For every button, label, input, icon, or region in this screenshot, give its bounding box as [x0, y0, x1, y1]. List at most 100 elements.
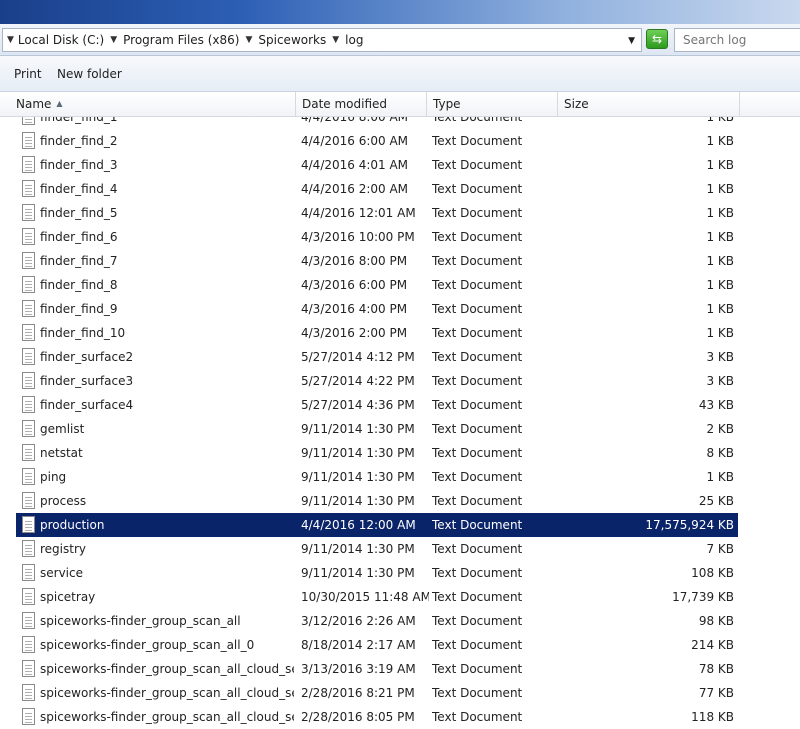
file-row[interactable]: production 4/4/2016 12:00 AM Text Document… — [16, 513, 738, 537]
chevron-down-icon[interactable]: ▼ — [332, 35, 339, 45]
file-size: 43 KB — [698, 398, 734, 412]
file-name: finder_find_10 — [40, 326, 126, 340]
file-type: Text Document — [432, 182, 523, 196]
file-row[interactable]: netstat 9/11/2014 1:30 PM Text Document 8 K… — [16, 441, 738, 465]
file-row[interactable]: ping 9/11/2014 1:30 PM Text Document 1 KB — [16, 465, 738, 489]
text-file-icon — [22, 564, 35, 581]
address-bar: ▼ Local Disk (C:) ▼ Program Files (x86) … — [0, 24, 800, 56]
file-row[interactable]: finder_surface4 5/27/2014 4:36 PM Text Doc… — [16, 393, 738, 417]
file-row[interactable]: finder_find_2 4/4/2016 6:00 AM Text Docume… — [16, 129, 738, 153]
breadcrumb[interactable]: ▼ Local Disk (C:) ▼ Program Files (x86) … — [2, 28, 642, 52]
sort-ascending-icon: ▲ — [56, 99, 63, 108]
column-name-label: Name — [16, 97, 52, 111]
new-folder-button[interactable]: New folder — [57, 67, 122, 81]
file-type: Text Document — [432, 518, 523, 532]
file-row[interactable]: finder_find_6 4/3/2016 10:00 PM Text Docum… — [16, 225, 738, 249]
file-type: Text Document — [432, 302, 523, 316]
text-file-icon — [22, 132, 35, 149]
file-row[interactable]: registry 9/11/2014 1:30 PM Text Document 7 … — [16, 537, 738, 561]
text-file-icon — [22, 396, 35, 413]
file-row[interactable]: finder_find_7 4/3/2016 8:00 PM Text Docume… — [16, 249, 738, 273]
file-type: Text Document — [432, 134, 523, 148]
file-date-modified: 4/4/2016 12:01 AM — [301, 206, 416, 220]
text-file-icon — [22, 372, 35, 389]
file-row[interactable]: finder_find_3 4/4/2016 4:01 AM Text Docume… — [16, 153, 738, 177]
text-file-icon — [22, 348, 35, 365]
file-row[interactable]: finder_find_10 4/3/2016 2:00 PM Text Docum… — [16, 321, 738, 345]
text-file-icon — [22, 492, 35, 509]
file-type: Text Document — [432, 254, 523, 268]
file-name: gemlist — [40, 422, 85, 436]
file-type: Text Document — [432, 117, 523, 124]
file-row[interactable]: finder_find_9 4/3/2016 4:00 PM Text Docume… — [16, 297, 738, 321]
file-row[interactable]: process 9/11/2014 1:30 PM Text Document 25 … — [16, 489, 738, 513]
address-dropdown-icon[interactable]: ▼ — [628, 36, 635, 46]
file-name: finder_find_7 — [40, 254, 118, 268]
chevron-down-icon[interactable]: ▼ — [245, 35, 252, 45]
refresh-icon[interactable]: ⇆ — [646, 29, 668, 49]
file-row[interactable]: spiceworks-finder_group_scan_all_cloud_s… — [16, 705, 738, 729]
search-input[interactable] — [674, 28, 800, 52]
file-date-modified: 4/4/2016 8:00 AM — [301, 117, 409, 124]
file-type: Text Document — [432, 494, 523, 508]
file-name: finder_find_5 — [40, 206, 118, 220]
file-name: spiceworks-finder_group_scan_all_cloud_s… — [40, 710, 294, 724]
text-file-icon — [22, 276, 35, 293]
file-size: 1 KB — [706, 302, 734, 316]
text-file-icon — [22, 636, 35, 653]
file-name: finder_find_9 — [40, 302, 118, 316]
breadcrumb-log[interactable]: log — [345, 33, 363, 47]
file-size: 1 KB — [706, 254, 734, 268]
file-date-modified: 4/3/2016 8:00 PM — [301, 254, 408, 268]
file-type: Text Document — [432, 638, 523, 652]
chevron-down-icon[interactable]: ▼ — [110, 35, 117, 45]
breadcrumb-program-files[interactable]: Program Files (x86) — [123, 33, 239, 47]
file-row[interactable]: spicetray 10/30/2015 11:48 AM Text Documen… — [16, 585, 738, 609]
file-row[interactable]: finder_find_5 4/4/2016 12:01 AM Text Docum… — [16, 201, 738, 225]
file-name: finder_find_4 — [40, 182, 118, 196]
text-file-icon — [22, 252, 35, 269]
file-row[interactable]: service 9/11/2014 1:30 PM Text Document 108… — [16, 561, 738, 585]
file-date-modified: 9/11/2014 1:30 PM — [301, 446, 415, 460]
file-type: Text Document — [432, 614, 523, 628]
file-date-modified: 5/27/2014 4:12 PM — [301, 350, 415, 364]
file-row[interactable]: finder_find_8 4/3/2016 6:00 PM Text Docume… — [16, 273, 738, 297]
file-size: 17,575,924 KB — [645, 518, 734, 532]
file-date-modified: 4/3/2016 6:00 PM — [301, 278, 408, 292]
file-type: Text Document — [432, 422, 523, 436]
chevron-down-icon[interactable]: ▼ — [7, 35, 14, 45]
breadcrumb-local-disk[interactable]: Local Disk (C:) — [18, 33, 104, 47]
file-size: 98 KB — [698, 614, 734, 628]
file-size: 8 KB — [706, 446, 734, 460]
file-date-modified: 4/3/2016 10:00 PM — [301, 230, 415, 244]
file-size: 1 KB — [706, 470, 734, 484]
column-type[interactable]: Type — [427, 92, 558, 117]
file-row[interactable]: spiceworks-finder_group_scan_all_0 8/18/2… — [16, 633, 738, 657]
file-size: 118 KB — [691, 710, 734, 724]
file-row[interactable]: gemlist 9/11/2014 1:30 PM Text Document 2 K… — [16, 417, 738, 441]
file-name: finder_find_6 — [40, 230, 118, 244]
column-date-modified[interactable]: Date modified — [296, 92, 427, 117]
column-name[interactable]: Name ▲ — [10, 92, 296, 117]
file-size: 3 KB — [706, 374, 734, 388]
file-date-modified: 8/18/2014 2:17 AM — [301, 638, 416, 652]
file-row[interactable]: finder_surface3 5/27/2014 4:22 PM Text Doc… — [16, 369, 738, 393]
file-row[interactable]: spiceworks-finder_group_scan_all_cloud_s… — [16, 657, 738, 681]
file-date-modified: 9/11/2014 1:30 PM — [301, 542, 415, 556]
text-file-icon — [22, 684, 35, 701]
file-type: Text Document — [432, 206, 523, 220]
breadcrumb-spiceworks[interactable]: Spiceworks — [258, 33, 326, 47]
file-name: finder_find_1 — [40, 117, 118, 124]
file-row[interactable]: finder_find_4 4/4/2016 2:00 AM Text Docume… — [16, 177, 738, 201]
file-size: 1 KB — [706, 206, 734, 220]
file-size: 1 KB — [706, 182, 734, 196]
print-button[interactable]: Print — [14, 67, 42, 81]
text-file-icon — [22, 324, 35, 341]
file-row[interactable]: spiceworks-finder_group_scan_all_cloud_s… — [16, 681, 738, 705]
text-file-icon — [22, 228, 35, 245]
file-row[interactable]: finder_find_1 4/4/2016 8:00 AM Text Docume… — [16, 117, 738, 129]
column-size[interactable]: Size — [558, 92, 740, 117]
file-row[interactable]: spiceworks-finder_group_scan_all 3/12/201… — [16, 609, 738, 633]
file-date-modified: 4/4/2016 12:00 AM — [301, 518, 416, 532]
file-row[interactable]: finder_surface2 5/27/2014 4:12 PM Text Doc… — [16, 345, 738, 369]
